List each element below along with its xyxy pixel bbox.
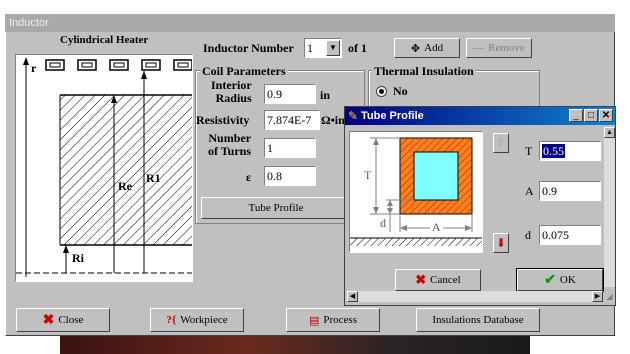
window-title: Inductor <box>5 14 615 32</box>
arrow-up-icon: ⇧ <box>496 137 506 149</box>
diagram-drawing <box>16 57 192 277</box>
minimize-button[interactable]: _ <box>569 109 583 122</box>
interior-radius-label: Interior Radius <box>211 78 252 105</box>
scroll-right-button[interactable]: ▶ <box>592 291 603 302</box>
close-button[interactable]: ✖ Close <box>16 308 110 332</box>
tube-profile-window: Tube Profile ✎ _ □ ✕ T d A ⇧ ⬇ T 0.55 A … <box>344 106 616 306</box>
tube-profile-button[interactable]: Tube Profile <box>201 197 351 219</box>
t-input-value: 0.55 <box>542 144 565 158</box>
checkmark-icon: ✔ <box>544 272 556 288</box>
insulations-database-button[interactable]: Insulations Database <box>416 308 540 332</box>
coil-parameters-title: Coil Parameters <box>200 64 288 79</box>
inductor-number-value: 1 <box>307 41 313 55</box>
resistivity-unit: Ω•in <box>321 113 345 127</box>
inductor-number-select[interactable]: 1 ▼ <box>304 38 342 58</box>
tube-profile-drawing: T d A <box>349 131 483 253</box>
arrow-down-icon: ⬇ <box>495 236 507 250</box>
label-r1: R1 <box>146 171 161 185</box>
t-input[interactable]: 0.55 <box>539 141 601 161</box>
thermal-insulation-title: Thermal Insulation <box>372 64 476 79</box>
resistivity-input[interactable]: 7.874E-7 <box>264 110 320 130</box>
close-icon: ✖ <box>42 312 55 328</box>
ok-button[interactable]: ✔ OK <box>516 268 604 292</box>
d-label: d <box>525 228 531 242</box>
remove-button[interactable]: — Remove <box>466 38 532 58</box>
resistivity-label: Resistivity <box>196 113 250 127</box>
cancel-icon: ✖ <box>415 272 427 287</box>
cancel-button[interactable]: ✖ Cancel <box>395 269 481 291</box>
diagram-canvas: r Re R1 Ri <box>15 54 193 282</box>
maximize-button[interactable]: □ <box>584 109 598 122</box>
process-chart-icon: ▤ <box>308 314 320 327</box>
a-label: A <box>525 184 534 198</box>
workpiece-button[interactable]: ?{ Workpiece <box>150 308 244 332</box>
label-ri: Ri <box>72 251 84 265</box>
inductor-number-label: Inductor Number <box>203 41 294 55</box>
chevron-down-icon[interactable]: ▼ <box>326 40 340 56</box>
dimension-a-label: A <box>430 220 443 235</box>
dimension-d-label: d <box>380 216 386 231</box>
thermal-no-radio[interactable]: No <box>376 84 408 99</box>
close-window-button[interactable]: ✕ <box>599 109 613 122</box>
add-button[interactable]: ✥ Add <box>394 38 460 58</box>
arrow-up-button[interactable]: ⇧ <box>493 133 509 153</box>
epsilon-input[interactable]: 0.8 <box>264 166 316 186</box>
arrow-down-button[interactable]: ⬇ <box>493 233 509 253</box>
workpiece-icon: ?{ <box>166 314 177 326</box>
minus-icon: — <box>473 42 485 54</box>
epsilon-label: ε <box>246 170 252 184</box>
inductor-count-label: of 1 <box>348 41 367 55</box>
scroll-up-button[interactable]: ▲ <box>604 127 615 138</box>
radio-selected-icon <box>376 86 387 97</box>
pencil-icon: ✎ <box>348 109 359 123</box>
horizontal-scrollbar[interactable]: ◀ ▶ <box>347 291 603 302</box>
scroll-left-button[interactable]: ◀ <box>347 291 358 302</box>
turns-label: Number of Turns <box>208 131 252 158</box>
t-label: T <box>525 144 533 158</box>
heater-diagram: Cylindrical Heater r Re R1 Ri <box>14 34 194 282</box>
turns-input[interactable]: 1 <box>264 138 316 158</box>
plus-icon: ✥ <box>410 42 421 55</box>
label-r: r <box>31 61 37 75</box>
dimension-t-label: T <box>364 168 372 183</box>
label-re: Re <box>118 179 132 193</box>
d-input[interactable]: 0.075 <box>539 225 601 245</box>
tube-cross-section <box>350 137 482 246</box>
a-input[interactable]: 0.9 <box>539 181 601 201</box>
process-button[interactable]: ▤ Process <box>286 308 380 332</box>
diagram-title: Cylindrical Heater <box>60 34 149 46</box>
resize-grip-icon[interactable]: ◢ <box>604 291 615 302</box>
interior-radius-input[interactable]: 0.9 <box>264 84 316 104</box>
interior-radius-unit: in <box>320 88 331 102</box>
vertical-scrollbar[interactable]: ▲ <box>604 127 615 287</box>
